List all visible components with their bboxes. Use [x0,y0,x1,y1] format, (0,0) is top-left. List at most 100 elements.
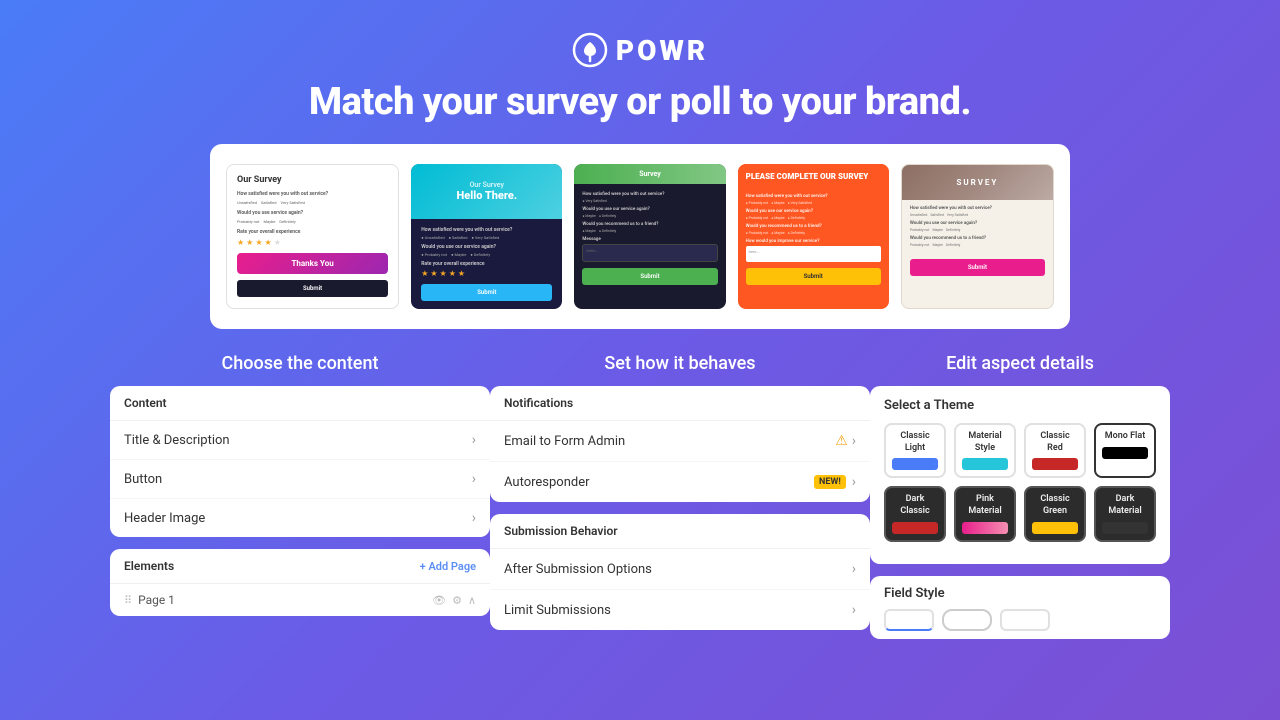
theme-dark-material[interactable]: Dark Material [1094,486,1156,541]
theme-classic-green[interactable]: Classic Green [1024,486,1086,541]
card2-rating: ★ ★ ★ ★ ★ [421,269,552,278]
star2: ★ [246,238,253,247]
theme-dark-classic-label: Dark Classic [892,494,938,517]
card2-q2: Would you use our service again? [421,244,552,250]
after-submission-item[interactable]: After Submission Options › [490,549,870,590]
page-1-item[interactable]: ⠿ Page 1 👁 ⚙ ∧ [110,584,490,616]
powr-logo-icon [572,32,608,68]
theme-pink-material[interactable]: Pink Material [954,486,1016,541]
notifications-panel: Notifications Email to Form Admin ⚠ › Au… [490,386,870,502]
elements-panel-header: Elements + Add Page [110,549,490,584]
theme-classic-light-label: Classic Light [892,431,938,454]
card5-submit: Submit [910,259,1045,276]
chevron-icon-2: › [472,471,476,487]
card3-top-label: Survey [582,170,717,178]
chevron-icon-4: › [852,433,856,449]
logo: POWR [0,32,1280,68]
edit-aspect-title: Edit aspect details [946,353,1094,374]
content-panel: Content Title & Description › Button › H… [110,386,490,537]
logo-text: POWR [616,34,708,67]
settings-icon[interactable]: ⚙ [452,594,462,607]
card3-q3: Would you recommend us to a friend? [582,222,717,227]
star1: ★ [237,238,244,247]
eye-icon[interactable]: 👁 [432,594,446,607]
card5-q2: Would you use our service again? [910,221,1045,226]
chevron-icon-6: › [852,561,856,577]
choose-content-col: Choose the content Content Title & Descr… [110,353,490,639]
content-item-title-desc[interactable]: Title & Description › [110,421,490,460]
theme-dark-material-label: Dark Material [1102,494,1148,517]
survey-card-5: SURVEY How satisfied were you with out s… [901,164,1054,309]
card2-submit: Submit [421,284,552,301]
field-style-opt-1[interactable] [884,609,934,631]
add-page-button[interactable]: + Add Page [420,560,476,573]
theme-dark-material-preview [1102,522,1148,534]
card1-submit: Submit [237,280,388,297]
card1-opt6: Definitely [279,219,295,224]
new-badge: NEW! [814,475,846,489]
card2-top-label: Our Survey [470,181,504,189]
card3-q2: Would you use our service again? [582,207,717,212]
theme-classic-green-label: Classic Green [1032,494,1078,517]
card1-opt1: Unsatisfied [237,200,257,205]
theme-material-style-preview [962,458,1008,470]
theme-pink-material-preview [962,522,1008,534]
set-behavior-col: Set how it behaves Notifications Email t… [490,353,870,639]
theme-mono-flat[interactable]: Mono Flat [1094,423,1156,478]
limit-submissions-item[interactable]: Limit Submissions › [490,590,870,630]
content-item-button[interactable]: Button › [110,460,490,499]
card4-q3: Would you recommend us to a friend? [746,224,881,229]
card2-hello: Hello There. [457,189,518,202]
choose-content-title: Choose the content [222,353,379,374]
themes-panel: Select a Theme Classic Light Material St… [870,386,1170,564]
themes-grid: Classic Light Material Style Classic Red… [884,423,1156,542]
card1-thanks: Thanks You [237,253,388,274]
headline: Match your survey or poll to your brand. [0,80,1280,124]
card4-q2: Would you use our service again? [746,209,881,214]
theme-material-style-label: Material Style [962,431,1008,454]
card5-q3: Would you recommend us to a friend? [910,236,1045,241]
card4-submit: Submit [746,268,881,285]
notifications-header: Notifications [490,386,870,421]
submission-behavior-header: Submission Behavior [490,514,870,549]
chevron-icon-1: › [472,432,476,448]
content-item-header-image[interactable]: Header Image › [110,499,490,537]
card2-q3: Rate your overall experience [421,261,552,267]
survey-card-3: Survey How satisfied were you with out s… [574,164,725,309]
theme-pink-material-label: Pink Material [962,494,1008,517]
page-header: POWR Match your survey or poll to your b… [0,0,1280,144]
field-style-opt-3[interactable] [1000,609,1050,631]
theme-material-style[interactable]: Material Style [954,423,1016,478]
survey-card-4: PLEASE COMPLETE OUR SURVEY How satisfied… [738,164,889,309]
content-panel-header: Content [110,386,490,421]
theme-mono-flat-preview [1102,447,1148,459]
card5-header: SURVEY [902,165,1053,200]
chevron-icon-7: › [852,602,856,618]
autoresponder-item[interactable]: Autoresponder NEW! › [490,462,870,502]
theme-classic-light[interactable]: Classic Light [884,423,946,478]
card1-title: Our Survey [237,175,388,185]
field-style-opt-2[interactable] [942,609,992,631]
theme-classic-red-preview [1032,458,1078,470]
drag-handle-icon: ⠿ [124,594,132,607]
field-style-options [884,609,1156,631]
chevron-up-icon[interactable]: ∧ [468,594,476,607]
theme-dark-classic[interactable]: Dark Classic [884,486,946,541]
star5: ★ [274,238,281,247]
bottom-section: Choose the content Content Title & Descr… [0,329,1280,639]
set-behavior-title: Set how it behaves [604,353,755,374]
warning-icon: ⚠ [835,433,848,449]
card4-q4: How would you improve our service? [746,239,881,244]
card3-q1: How satisfied were you with out service? [582,192,717,197]
card1-rating: ★ ★ ★ ★ ★ [237,238,388,247]
card1-q1: How satisfied were you with out service? [237,191,388,197]
card3-header: Survey [574,164,725,184]
email-form-admin-item[interactable]: Email to Form Admin ⚠ › [490,421,870,462]
card2-header: Our Survey Hello There. [411,164,562,219]
theme-classic-red[interactable]: Classic Red [1024,423,1086,478]
card4-q1: How satisfied were you with out service? [746,194,881,199]
field-style-header: Field Style [884,586,1156,601]
card2-q1: How satisfied were you with out service? [421,227,552,233]
card1-opt5: Maybe [263,219,275,224]
elements-panel: Elements + Add Page ⠿ Page 1 👁 ⚙ ∧ [110,549,490,616]
